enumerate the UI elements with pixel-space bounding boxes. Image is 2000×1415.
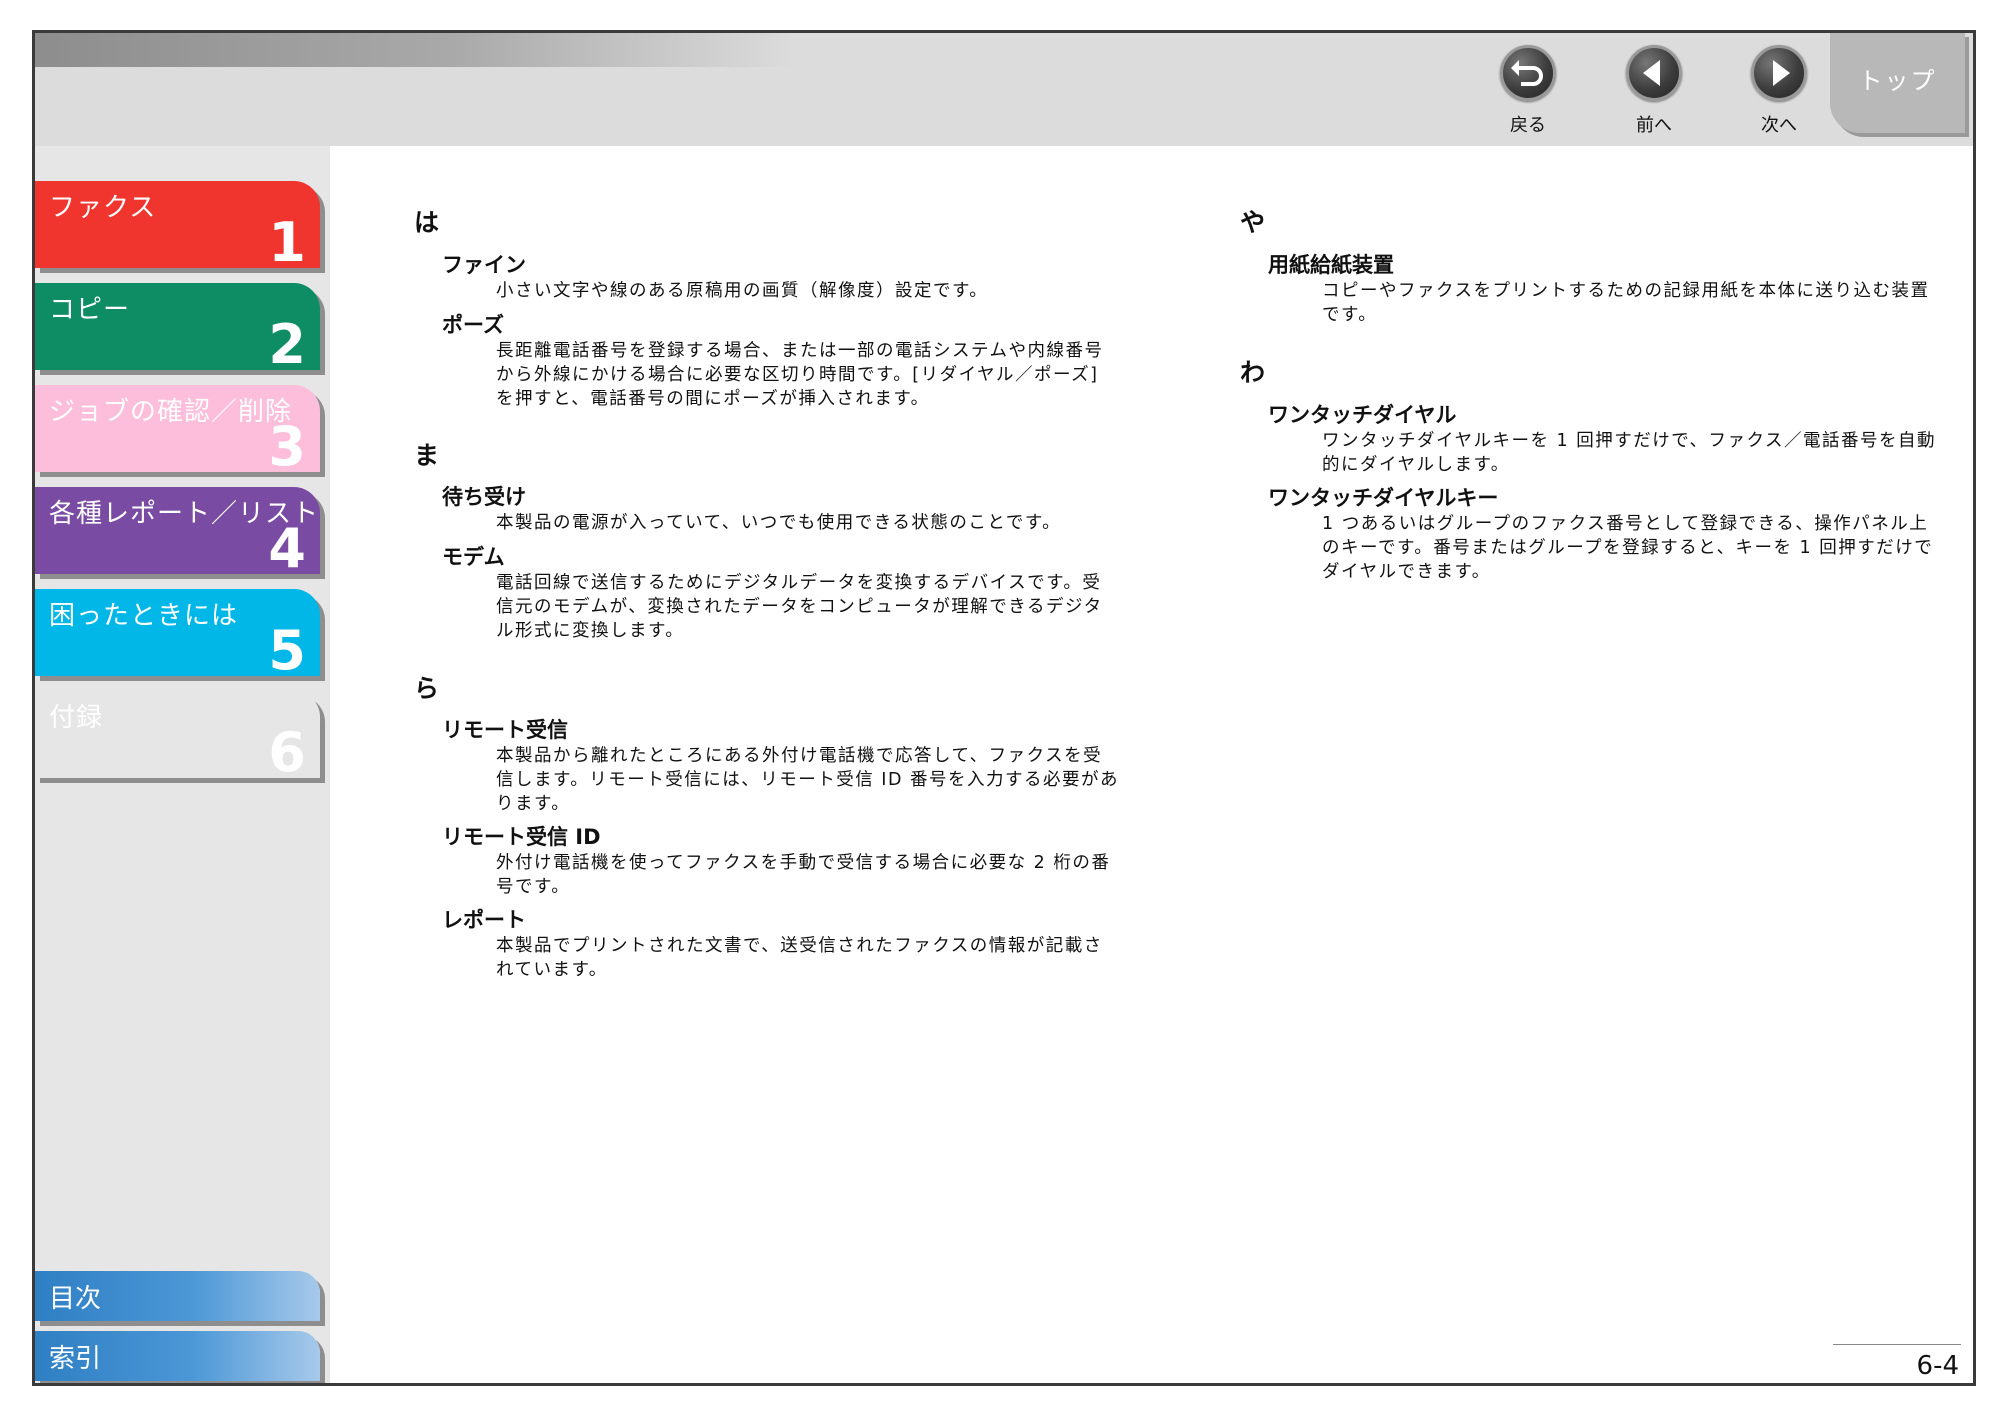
back-arrow-icon [1500,45,1556,101]
chapter-title: ファクス [49,193,157,223]
section-heading-wa: わ [1240,358,1266,387]
definition-line: 外付け電話機を使ってファクスを手動で受信する場合に必要な 2 桁の番 [496,853,1111,873]
next-triangle-icon [1751,45,1807,101]
page-frame: 戻る 前へ 次へ トップ ファクス 1 コピー 2 ジョブの確認／削除 3 各種… [32,30,1976,1386]
definition-line: から外線にかける場合に必要な区切り時間です。[リダイヤル／ポーズ] [496,365,1099,385]
term-paper-feeder: 用紙給紙装置 [1268,253,1394,277]
chapter-number: 5 [268,619,306,682]
back-label: 戻る [1510,115,1546,136]
chapter-sidebar: ファクス 1 コピー 2 ジョブの確認／削除 3 各種レポート／リスト 4 困っ… [35,146,330,1383]
chapter-tab-4[interactable]: 各種レポート／リスト 4 [35,487,320,580]
definition-modem: 電話回線で送信するためにデジタルデータを変換するデバイスです。受 信元のモデムが… [496,571,1103,643]
definition-line: 長距離電話番号を登録する場合、または一部の電話システムや内線番号 [496,341,1104,361]
chapter-number: 1 [268,211,306,274]
definition-line: 号です。 [496,877,571,897]
next-label: 次へ [1761,115,1797,136]
chapter-number: 6 [268,721,306,784]
term-remote-receive: リモート受信 [442,718,568,742]
definition-line: 信します。リモート受信には、リモート受信 ID 番号を入力する必要があ [496,770,1120,790]
definition-line: ル形式に変換します。 [496,621,685,641]
prev-button[interactable]: 前へ [1609,45,1699,140]
definition-one-touch-dial: ワンタッチダイヤルキーを 1 回押すだけで、ファクス／電話番号を自動 的にダイヤ… [1322,429,1936,477]
definition-line: です。 [1322,305,1378,325]
definition-line: ダイヤルできます。 [1322,562,1491,582]
page-number: 6-4 [1916,1351,1959,1381]
term-standby: 待ち受け [442,485,526,509]
next-button[interactable]: 次へ [1734,45,1824,140]
chapter-number: 3 [268,415,306,478]
definition-one-touch-dial-key: 1 つあるいはグループのファクス番号として登録できる、操作パネル上 のキーです。… [1322,512,1933,584]
toolbar-gradient [35,33,795,67]
definition-line: 本製品の電源が入っていて、いつでも使用できる状態のことです。 [496,513,1062,533]
chapter-title: コピー [49,295,131,325]
prev-label: 前へ [1636,115,1672,136]
definition-pause: 長距離電話番号を登録する場合、または一部の電話システムや内線番号 から外線にかけ… [496,339,1103,411]
chapter-tab-2[interactable]: コピー 2 [35,283,320,376]
back-button[interactable]: 戻る [1483,45,1573,140]
index-label: 索引 [49,1344,102,1374]
section-heading-ya: や [1240,208,1266,237]
chapter-tab-3[interactable]: ジョブの確認／削除 3 [35,385,320,478]
chapter-title: ジョブの確認／削除 [49,397,293,427]
definition-line: ります。 [496,794,571,814]
term-one-touch-dial-key: ワンタッチダイヤルキー [1268,486,1499,510]
definition-report: 本製品でプリントされた文書で、送受信されたファクスの情報が記載さ れています。 [496,934,1103,982]
top-page-label: トップ [1858,67,1937,95]
chapter-tab-1[interactable]: ファクス 1 [35,181,320,274]
top-page-button[interactable]: トップ [1830,33,1965,133]
definition-line: 電話回線で送信するためにデジタルデータを変換するデバイスです。受 [496,573,1102,593]
term-fine: ファイン [442,253,526,277]
prev-triangle-icon [1626,45,1682,101]
definition-paper-feeder: コピーやファクスをプリントするための記録用紙を本体に送り込む装置 です。 [1322,279,1929,327]
term-report: レポート [442,908,526,932]
definition-line: 信元のモデムが、変換されたデータをコンピュータが理解できるデジタ [496,597,1103,617]
definition-line: のキーです。番号またはグループを登録すると、キーを 1 回押すだけで [1322,538,1934,558]
definition-fine: 小さい文字や線のある原稿用の画質（解像度）設定です。 [496,279,988,303]
chapter-title: 付録 [49,703,104,733]
definition-line: 小さい文字や線のある原稿用の画質（解像度）設定です。 [496,281,989,301]
toc-label: 目次 [49,1284,102,1314]
section-heading-ra: ら [414,674,440,703]
chapter-title: 困ったときには [49,601,239,631]
definition-line: 1 つあるいはグループのファクス番号として登録できる、操作パネル上 [1322,514,1929,534]
section-heading-ha: は [414,208,440,237]
chapter-number: 2 [268,313,306,376]
definition-standby: 本製品の電源が入っていて、いつでも使用できる状態のことです。 [496,511,1061,535]
definition-line: を押すと、電話番号の間にポーズが挿入されます。 [496,389,930,409]
page-number-rule [1833,1344,1961,1345]
term-one-touch-dial: ワンタッチダイヤル [1268,403,1457,427]
section-heading-ma: ま [414,441,440,470]
definition-remote-receive-id: 外付け電話機を使ってファクスを手動で受信する場合に必要な 2 桁の番 号です。 [496,851,1110,899]
toc-button[interactable]: 目次 [35,1271,320,1321]
term-modem: モデム [442,545,505,569]
definition-line: 的にダイヤルします。 [1322,455,1510,475]
chapter-number: 4 [268,517,306,580]
chapter-tab-6[interactable]: 付録 6 [35,691,320,784]
term-pause: ポーズ [442,313,504,337]
index-button[interactable]: 索引 [35,1331,320,1381]
definition-line: れています。 [496,960,608,980]
term-remote-receive-id: リモート受信 ID [442,825,601,849]
top-toolbar: 戻る 前へ 次へ トップ [35,33,1973,146]
definition-remote-receive: 本製品から離れたところにある外付け電話機で応答して、ファクスを受 信します。リモ… [496,744,1119,816]
definition-line: 本製品でプリントされた文書で、送受信されたファクスの情報が記載さ [496,936,1103,956]
definition-line: コピーやファクスをプリントするための記録用紙を本体に送り込む装置 [1322,281,1930,301]
definition-line: 本製品から離れたところにある外付け電話機で応答して、ファクスを受 [496,746,1103,766]
chapter-tab-5[interactable]: 困ったときには 5 [35,589,320,682]
definition-line: ワンタッチダイヤルキーを 1 回押すだけで、ファクス／電話番号を自動 [1322,431,1937,451]
